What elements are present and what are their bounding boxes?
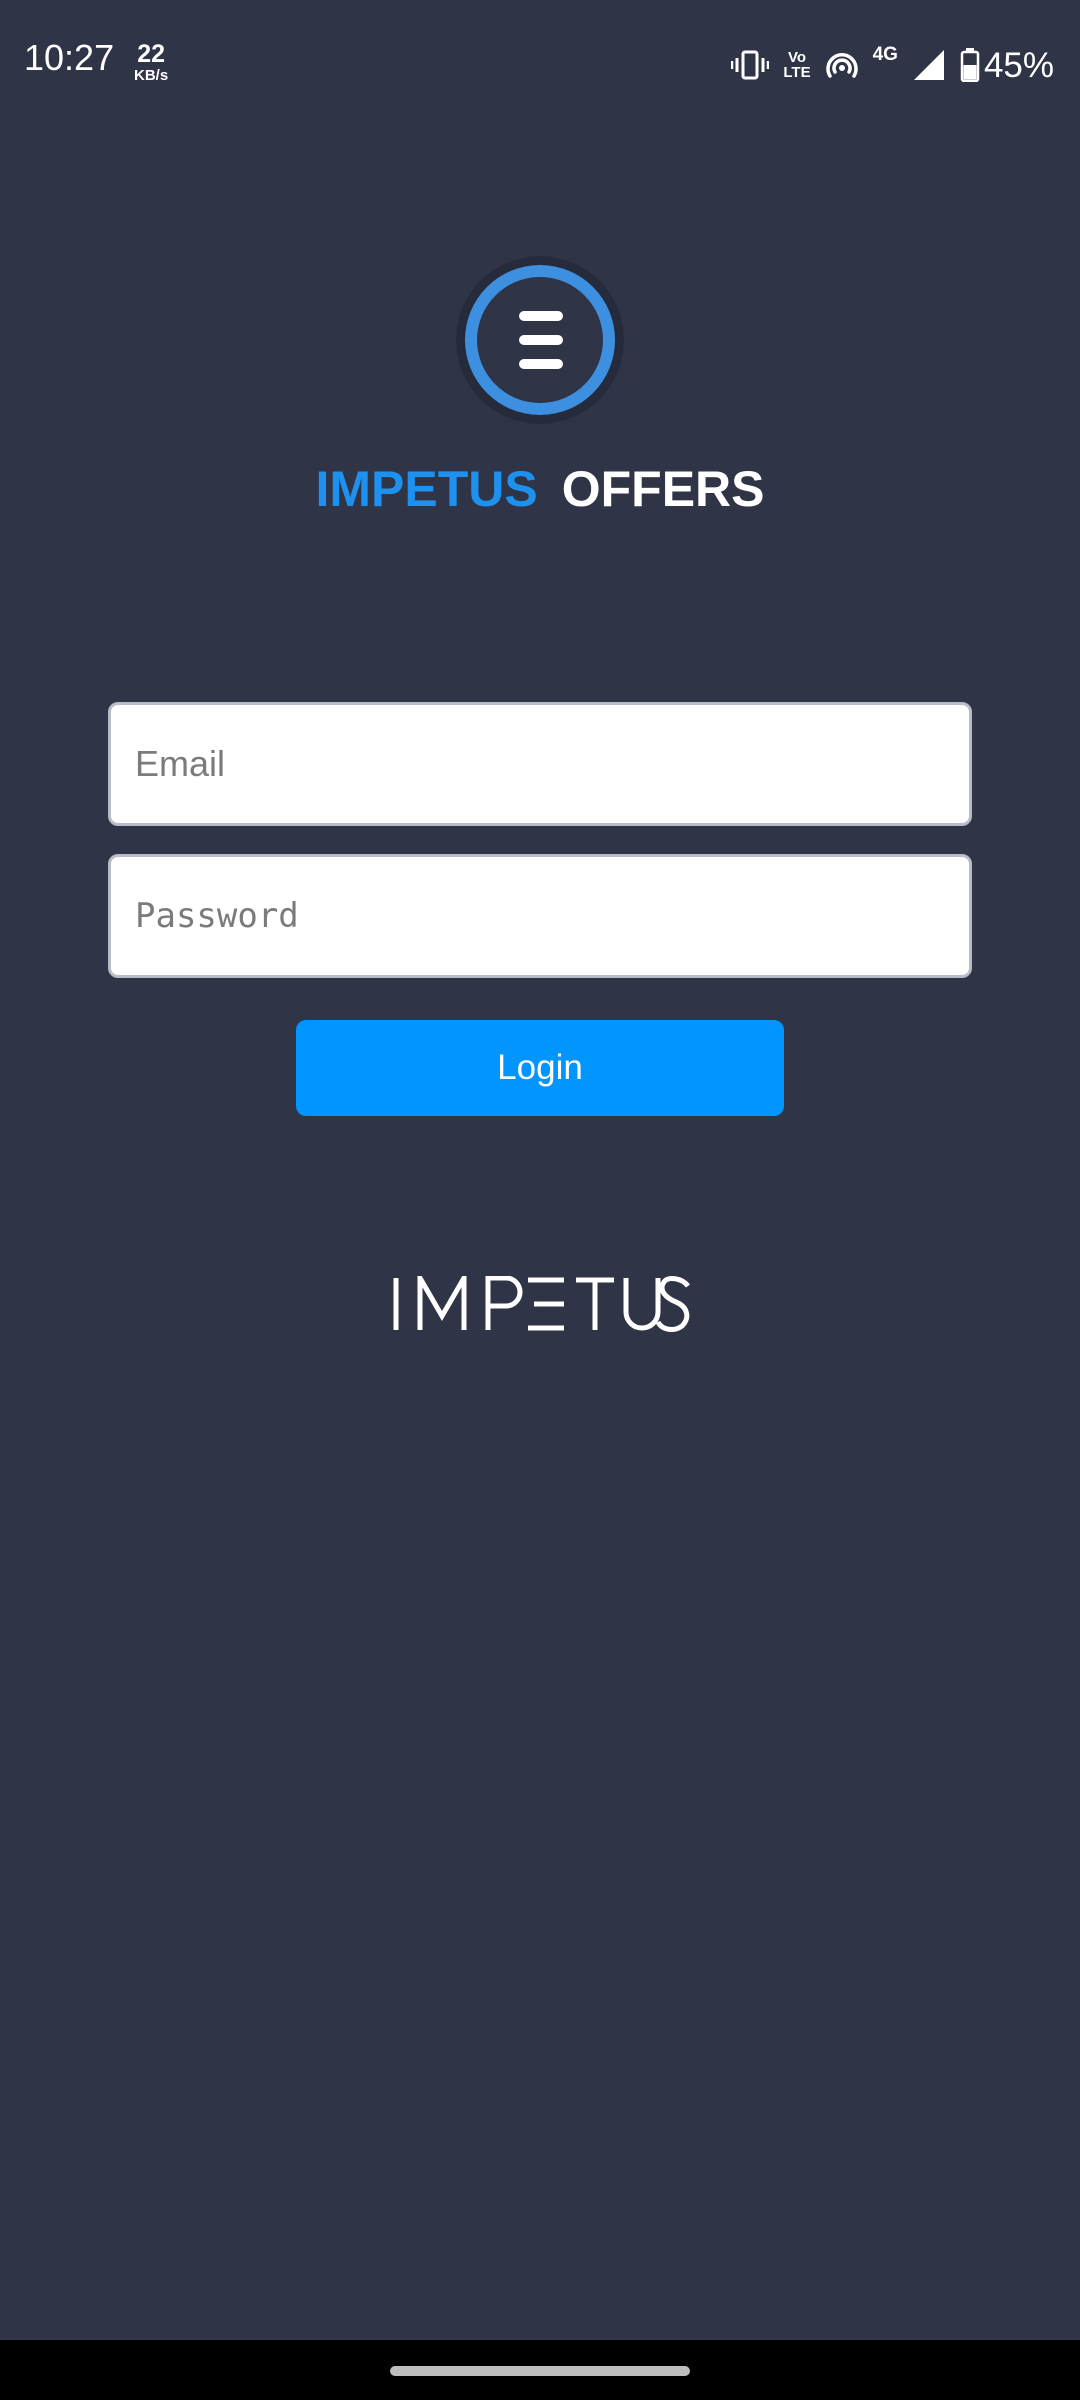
network-speed: 22 KB/s [134,40,169,84]
battery: 45% [960,48,1054,83]
network-speed-unit: KB/s [134,67,169,84]
password-field[interactable] [108,854,972,978]
volte-bottom-label: LTE [783,64,811,81]
volte-icon: Vo LTE [783,50,810,80]
login-button[interactable]: Login [296,1020,784,1116]
vibrate-icon [731,50,770,80]
volte-top-label: Vo [787,49,806,66]
navigation-bar [0,2340,1080,2400]
status-icons: Vo LTE 4G 45% [731,40,1054,90]
signal-icon [913,50,944,80]
home-gesture-handle[interactable] [390,2366,690,2376]
hotspot-icon [825,53,858,78]
status-bar: 10:27 22 KB/s Vo LTE 4G 45% [0,0,1080,126]
email-field[interactable] [108,702,972,826]
app-title: IMPETUS OFFERS [0,462,1080,517]
network-type: 4G [872,44,898,65]
menu-lines-icon [456,256,624,424]
battery-icon [960,48,980,82]
impetus-brand-logo [393,1276,690,1332]
battery-percent: 45% [983,45,1054,85]
status-time: 10:27 [24,37,115,78]
app-title-impetus: IMPETUS [315,461,538,517]
app-title-offers: OFFERS [561,461,765,517]
network-speed-value: 22 [137,40,165,68]
